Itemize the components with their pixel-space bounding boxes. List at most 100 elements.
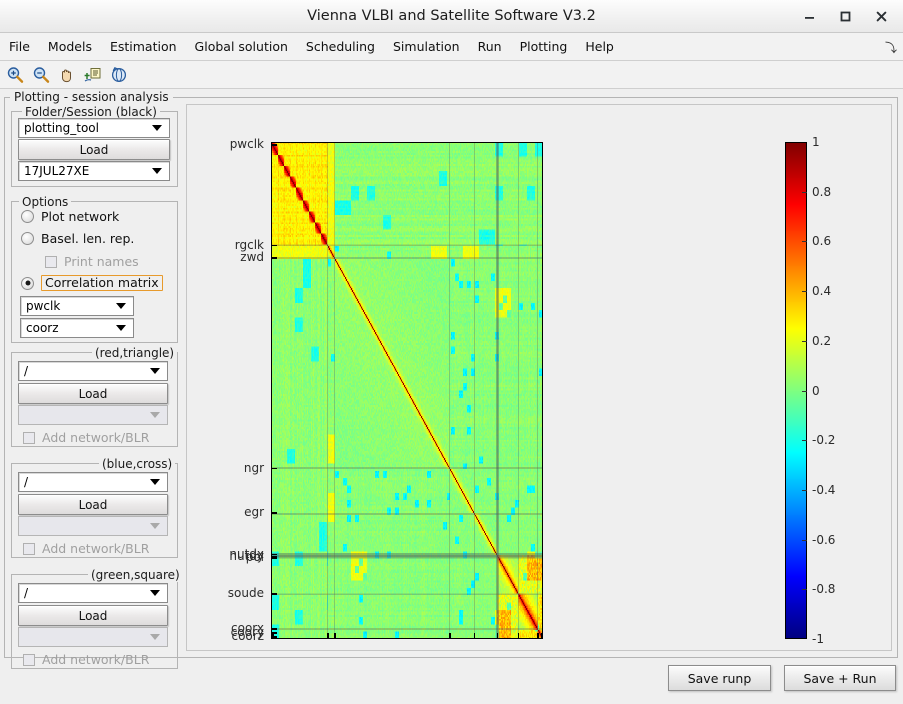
colorbar-tick-label: -0.2: [812, 433, 836, 448]
chevron-down-icon: [116, 303, 126, 309]
blue-cross-path-dropdown[interactable]: /: [18, 472, 168, 492]
red-triangle-path-dropdown[interactable]: /: [18, 361, 168, 381]
folder-load-button[interactable]: Load: [18, 139, 170, 160]
baseline-len-rep-radio[interactable]: [21, 232, 34, 245]
blue-cross-load-button[interactable]: Load: [18, 494, 168, 515]
green-square-add-network-checkbox: [23, 653, 35, 666]
colorbar-tick: [802, 539, 807, 541]
session-dropdown[interactable]: 17JUL27XE: [18, 161, 170, 181]
menu-simulation[interactable]: Simulation: [384, 36, 469, 57]
y-axis-tick: [271, 144, 277, 146]
y-axis-tick-label: coorz: [231, 629, 264, 644]
correlation-param2-dropdown[interactable]: coorz: [20, 318, 134, 338]
plot-network-label: Plot network: [41, 209, 120, 224]
blue-cross-session-dropdown[interactable]: [18, 516, 168, 536]
option-baseline-length-repeatability[interactable]: Basel. len. rep.: [21, 231, 134, 246]
correlation-matrix-radio[interactable]: [21, 276, 34, 290]
y-axis-tick: [271, 593, 277, 595]
title-bar: Vienna VLBI and Satellite Software V3.2: [0, 0, 903, 33]
minimize-button[interactable]: [791, 3, 827, 31]
option-plot-network[interactable]: Plot network: [21, 209, 119, 224]
menu-plotting[interactable]: Plotting: [511, 36, 577, 57]
chevron-down-icon: [152, 168, 162, 174]
y-axis-tick: [271, 512, 277, 514]
red-triangle-legend: (red,triangle): [92, 346, 178, 360]
y-axis-tick-label: soude: [227, 586, 264, 601]
green-square-path-value: /: [24, 586, 29, 600]
correlation-matrix-axes[interactable]: pwclk rgclk zwd ngr egr nutdx nutdy pol soude coo…: [228, 137, 543, 643]
rotate-3d-icon[interactable]: [107, 63, 131, 87]
red-triangle-load-button[interactable]: Load: [18, 383, 168, 404]
y-axis-tick-label: zwd: [240, 250, 264, 265]
blue-cross-path-value: /: [24, 475, 29, 489]
menu-scheduling[interactable]: Scheduling: [297, 36, 384, 57]
y-axis-tick-label: pwclk: [229, 137, 264, 152]
plot-network-radio[interactable]: [21, 210, 34, 223]
x-axis-tick: [473, 633, 476, 639]
chevron-down-icon: [150, 523, 160, 529]
correlation-param2-value: coorz: [26, 321, 59, 335]
zoom-out-icon[interactable]: [29, 63, 53, 87]
print-names-label: Print names: [64, 254, 139, 269]
session-dropdown-value: 17JUL27XE: [24, 164, 90, 178]
green-square-path-dropdown[interactable]: /: [18, 583, 168, 603]
colorbar-tick: [802, 340, 807, 342]
save-run-button[interactable]: Save + Run: [784, 665, 896, 691]
x-axis-tick: [327, 633, 329, 639]
correlation-param1-dropdown[interactable]: pwclk: [20, 296, 134, 316]
green-square-load-button[interactable]: Load: [18, 605, 168, 626]
save-runp-button[interactable]: Save runp: [668, 665, 771, 691]
y-axis-tick: [271, 244, 277, 247]
red-triangle-session-dropdown[interactable]: [18, 405, 168, 425]
x-axis-tick: [449, 633, 451, 639]
blue-cross-legend: (blue,cross): [99, 457, 176, 471]
menu-models[interactable]: Models: [39, 36, 101, 57]
colorbar-tick-label: -0.8: [812, 582, 836, 597]
menu-help[interactable]: Help: [576, 36, 623, 57]
y-axis-tick-label: egr: [244, 505, 264, 520]
menu-estimation[interactable]: Estimation: [101, 36, 186, 57]
y-axis-tick: [271, 557, 277, 559]
red-triangle-add-network-checkbox: [23, 431, 35, 444]
red-triangle-add-network: Add network/BLR: [23, 430, 149, 445]
correlation-matrix-label: Correlation matrix: [41, 275, 163, 291]
y-axis-tick: [271, 467, 277, 470]
window-title: Vienna VLBI and Satellite Software V3.2: [307, 8, 596, 24]
colorbar-tick-label: 1: [812, 135, 820, 149]
x-axis-tick: [334, 633, 336, 639]
option-print-names: Print names: [45, 254, 139, 269]
green-square-add-network-label: Add network/BLR: [42, 652, 150, 667]
menu-global-solution[interactable]: Global solution: [186, 36, 297, 57]
chevron-down-icon: [150, 368, 160, 374]
x-axis-tick: [272, 633, 274, 639]
option-correlation-matrix[interactable]: Correlation matrix: [21, 275, 163, 291]
x-axis-tick: [541, 633, 543, 639]
correlation-param1-value: pwclk: [26, 299, 61, 313]
x-axis-tick: [537, 633, 539, 639]
correlation-matrix-heatmap[interactable]: [271, 142, 543, 639]
menu-overflow-icon[interactable]: ⤵: [885, 39, 897, 56]
zoom-in-icon[interactable]: [3, 63, 27, 87]
folder-dropdown[interactable]: plotting_tool: [18, 118, 170, 138]
y-axis-tick-label: ngr: [243, 460, 264, 475]
menu-run[interactable]: Run: [469, 36, 511, 57]
colorbar-tick: [802, 241, 807, 243]
insert-legend-icon[interactable]: [81, 63, 105, 87]
chevron-down-icon: [150, 634, 160, 640]
chevron-down-icon: [152, 125, 162, 131]
colorbar-tick: [802, 440, 807, 442]
colorbar-tick-label: -1: [812, 632, 824, 646]
baseline-len-rep-label: Basel. len. rep.: [41, 231, 135, 246]
red-triangle-path-value: /: [24, 364, 29, 378]
close-button[interactable]: [863, 3, 899, 31]
menu-file[interactable]: File: [0, 36, 39, 57]
green-square-session-dropdown[interactable]: [18, 627, 168, 647]
y-axis-tick: [271, 628, 277, 630]
x-axis-tick: [496, 633, 499, 639]
maximize-button[interactable]: [827, 3, 863, 31]
blue-cross-add-network-checkbox: [23, 542, 35, 555]
green-square-add-network: Add network/BLR: [23, 652, 149, 667]
pan-hand-icon[interactable]: [55, 63, 79, 87]
folder-dropdown-value: plotting_tool: [24, 121, 99, 135]
blue-cross-add-network-label: Add network/BLR: [42, 541, 150, 556]
